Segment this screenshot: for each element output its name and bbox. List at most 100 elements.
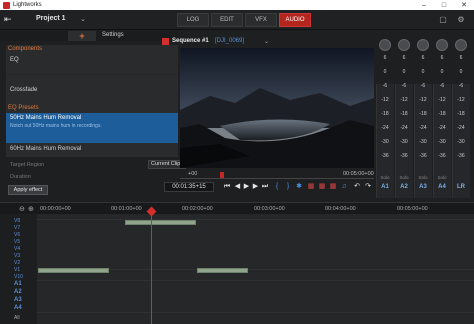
project-chevron-down-icon[interactable]: ⌄ bbox=[80, 15, 86, 23]
window-title: Lightworks bbox=[13, 2, 42, 8]
record-indicator-icon bbox=[162, 38, 169, 45]
zoom-out-icon[interactable]: ⊖ bbox=[19, 205, 25, 213]
solo-a1-button[interactable]: Solo bbox=[376, 175, 394, 180]
meter-scale-label: -36 bbox=[381, 153, 389, 159]
track-divider bbox=[37, 312, 474, 313]
audio-mixer: 6 6 6 6 6 0 0 0 0 0 -6 -6 -6 -6 -6 -12 -12 -12 -12 -12 -18 -1… bbox=[374, 36, 474, 198]
track-header-all[interactable]: All bbox=[14, 315, 34, 321]
track-header-a2[interactable]: A2 bbox=[14, 289, 34, 295]
go-to-start-icon[interactable]: ⏮ bbox=[222, 182, 232, 192]
go-to-end-icon[interactable]: ⏭ bbox=[260, 182, 270, 192]
meter-scale-label: -18 bbox=[381, 111, 389, 117]
solo-a3-button[interactable]: Solo bbox=[414, 175, 432, 180]
project-title[interactable]: Project 1 bbox=[36, 15, 66, 22]
track-header-v7[interactable]: V7 bbox=[14, 225, 34, 231]
track-header-v4[interactable]: V4 bbox=[14, 246, 34, 252]
pan-knob-a4-icon[interactable] bbox=[436, 39, 448, 51]
settings-gear-icon[interactable]: ⚙ bbox=[456, 15, 466, 25]
audio-scrub-icon[interactable]: ♫ bbox=[339, 182, 349, 192]
meter-scale-label: -6 bbox=[458, 83, 464, 89]
track-header-a1[interactable]: A1 bbox=[14, 281, 34, 287]
redo-icon[interactable]: ↷ bbox=[363, 182, 373, 192]
step-forward-icon[interactable]: ▶ bbox=[251, 182, 260, 192]
track-divider bbox=[37, 219, 474, 220]
track-header-a3[interactable]: A3 bbox=[14, 297, 34, 303]
track-header-v10[interactable]: V10 bbox=[14, 274, 34, 280]
track-header-v2[interactable]: V2 bbox=[14, 260, 34, 266]
list-item-60hz-preset[interactable]: 60Hz Mains Hum Removal bbox=[6, 143, 178, 155]
viewer-scrub-bar[interactable] bbox=[180, 178, 374, 179]
meter-scale-label: -30 bbox=[419, 139, 427, 145]
layout-icon[interactable]: ▢ bbox=[438, 15, 448, 25]
replace-icon[interactable]: ▦ bbox=[317, 182, 327, 192]
video-viewer[interactable] bbox=[180, 48, 374, 168]
step-back-icon[interactable]: ◀ bbox=[233, 182, 242, 192]
sequence-clip-name: [DJI_0069] bbox=[215, 38, 245, 44]
current-timecode[interactable]: 00:01:35+15 bbox=[164, 182, 214, 192]
list-item-eq[interactable]: EQ bbox=[6, 54, 178, 74]
tab-vfx[interactable]: VFX bbox=[245, 13, 277, 27]
delete-icon[interactable]: ▦ bbox=[328, 182, 338, 192]
sequence-name[interactable]: Sequence #1 bbox=[172, 38, 209, 44]
meter-scale-label: -6 bbox=[439, 83, 445, 89]
clear-marks-icon[interactable]: ✱ bbox=[294, 182, 304, 192]
meter-scale-label: -12 bbox=[381, 97, 389, 103]
meter-scale-label: 0 bbox=[421, 69, 425, 75]
pan-knob-a2-icon[interactable] bbox=[398, 39, 410, 51]
video-clip[interactable] bbox=[125, 220, 196, 225]
pan-knob-lr-icon[interactable] bbox=[455, 39, 467, 51]
list-item-50hz-preset[interactable]: 50Hz Mains Hum Removal Notch out 50Hz ma… bbox=[6, 113, 178, 143]
tab-audio[interactable]: AUDIO bbox=[279, 13, 311, 27]
meter-scale-label: -24 bbox=[400, 125, 408, 131]
track-divider bbox=[37, 280, 474, 281]
play-icon[interactable]: ▶ bbox=[242, 182, 251, 192]
meter-scale-label: -30 bbox=[438, 139, 446, 145]
meter-scale-label: 0 bbox=[383, 69, 387, 75]
track-header-v5[interactable]: V5 bbox=[14, 239, 34, 245]
meter-scale-label: -6 bbox=[382, 83, 388, 89]
meter-scale-label: -6 bbox=[401, 83, 407, 89]
viewer-header: Sequence #1 [DJI_0069] ⌄ bbox=[162, 37, 374, 47]
zoom-in-icon[interactable]: ⊕ bbox=[28, 205, 34, 213]
video-clip[interactable] bbox=[38, 268, 109, 273]
mark-out-icon[interactable]: } bbox=[283, 182, 293, 192]
apply-effect-button[interactable]: Apply effect bbox=[8, 185, 48, 195]
track-header-v6[interactable]: V6 bbox=[14, 232, 34, 238]
mark-in-icon[interactable]: { bbox=[272, 182, 282, 192]
tab-edit[interactable]: EDIT bbox=[211, 13, 243, 27]
timeline-tracks[interactable] bbox=[37, 214, 474, 324]
solo-a4-button[interactable]: Solo bbox=[433, 175, 451, 180]
timeline-playhead[interactable] bbox=[151, 208, 152, 324]
meter-scale-label: -36 bbox=[400, 153, 408, 159]
viewer-scrub-handle[interactable] bbox=[220, 172, 224, 178]
ruler-tick-0: 00:00:00+00 bbox=[40, 206, 71, 212]
minimize-icon[interactable]: – bbox=[414, 0, 434, 10]
track-header-v8[interactable]: V8 bbox=[14, 218, 34, 224]
tab-settings[interactable]: Settings bbox=[102, 32, 124, 38]
video-clip[interactable] bbox=[197, 268, 248, 273]
track-header-v3[interactable]: V3 bbox=[14, 253, 34, 259]
sequence-chevron-down-icon[interactable]: ⌄ bbox=[264, 38, 269, 45]
meter-scale-label: 6 bbox=[421, 55, 425, 61]
preset-title: 50Hz Mains Hum Removal bbox=[10, 115, 82, 121]
add-effect-tab[interactable]: + bbox=[68, 31, 96, 41]
channel-name-lr: LR bbox=[457, 184, 465, 190]
channel-name-a1: A1 bbox=[381, 184, 389, 190]
tab-log[interactable]: LOG bbox=[177, 13, 209, 27]
solo-a2-button[interactable]: Solo bbox=[395, 175, 413, 180]
viewer-start-timecode: +00 bbox=[188, 171, 198, 177]
close-icon[interactable]: ✕ bbox=[454, 0, 474, 10]
maximize-icon[interactable]: □ bbox=[434, 0, 454, 10]
insert-icon[interactable]: ▦ bbox=[306, 182, 316, 192]
meter-scale-label: -24 bbox=[438, 125, 446, 131]
exit-project-icon[interactable]: ⇤ bbox=[4, 14, 16, 25]
pan-knob-a3-icon[interactable] bbox=[417, 39, 429, 51]
track-header-v1[interactable]: V1 bbox=[14, 267, 34, 273]
timeline-ruler[interactable]: ⊖ ⊕ 00:00:00+00 00:01:00+00 00:02:00+00 … bbox=[0, 202, 474, 214]
undo-icon[interactable]: ↶ bbox=[352, 182, 362, 192]
pan-knob-a1-icon[interactable] bbox=[379, 39, 391, 51]
list-item-crossfade[interactable]: Crossfade bbox=[6, 74, 178, 104]
track-header-a4[interactable]: A4 bbox=[14, 305, 34, 311]
meter-scale-label: -18 bbox=[400, 111, 408, 117]
room-tabs: LOG EDIT VFX AUDIO bbox=[177, 13, 313, 27]
